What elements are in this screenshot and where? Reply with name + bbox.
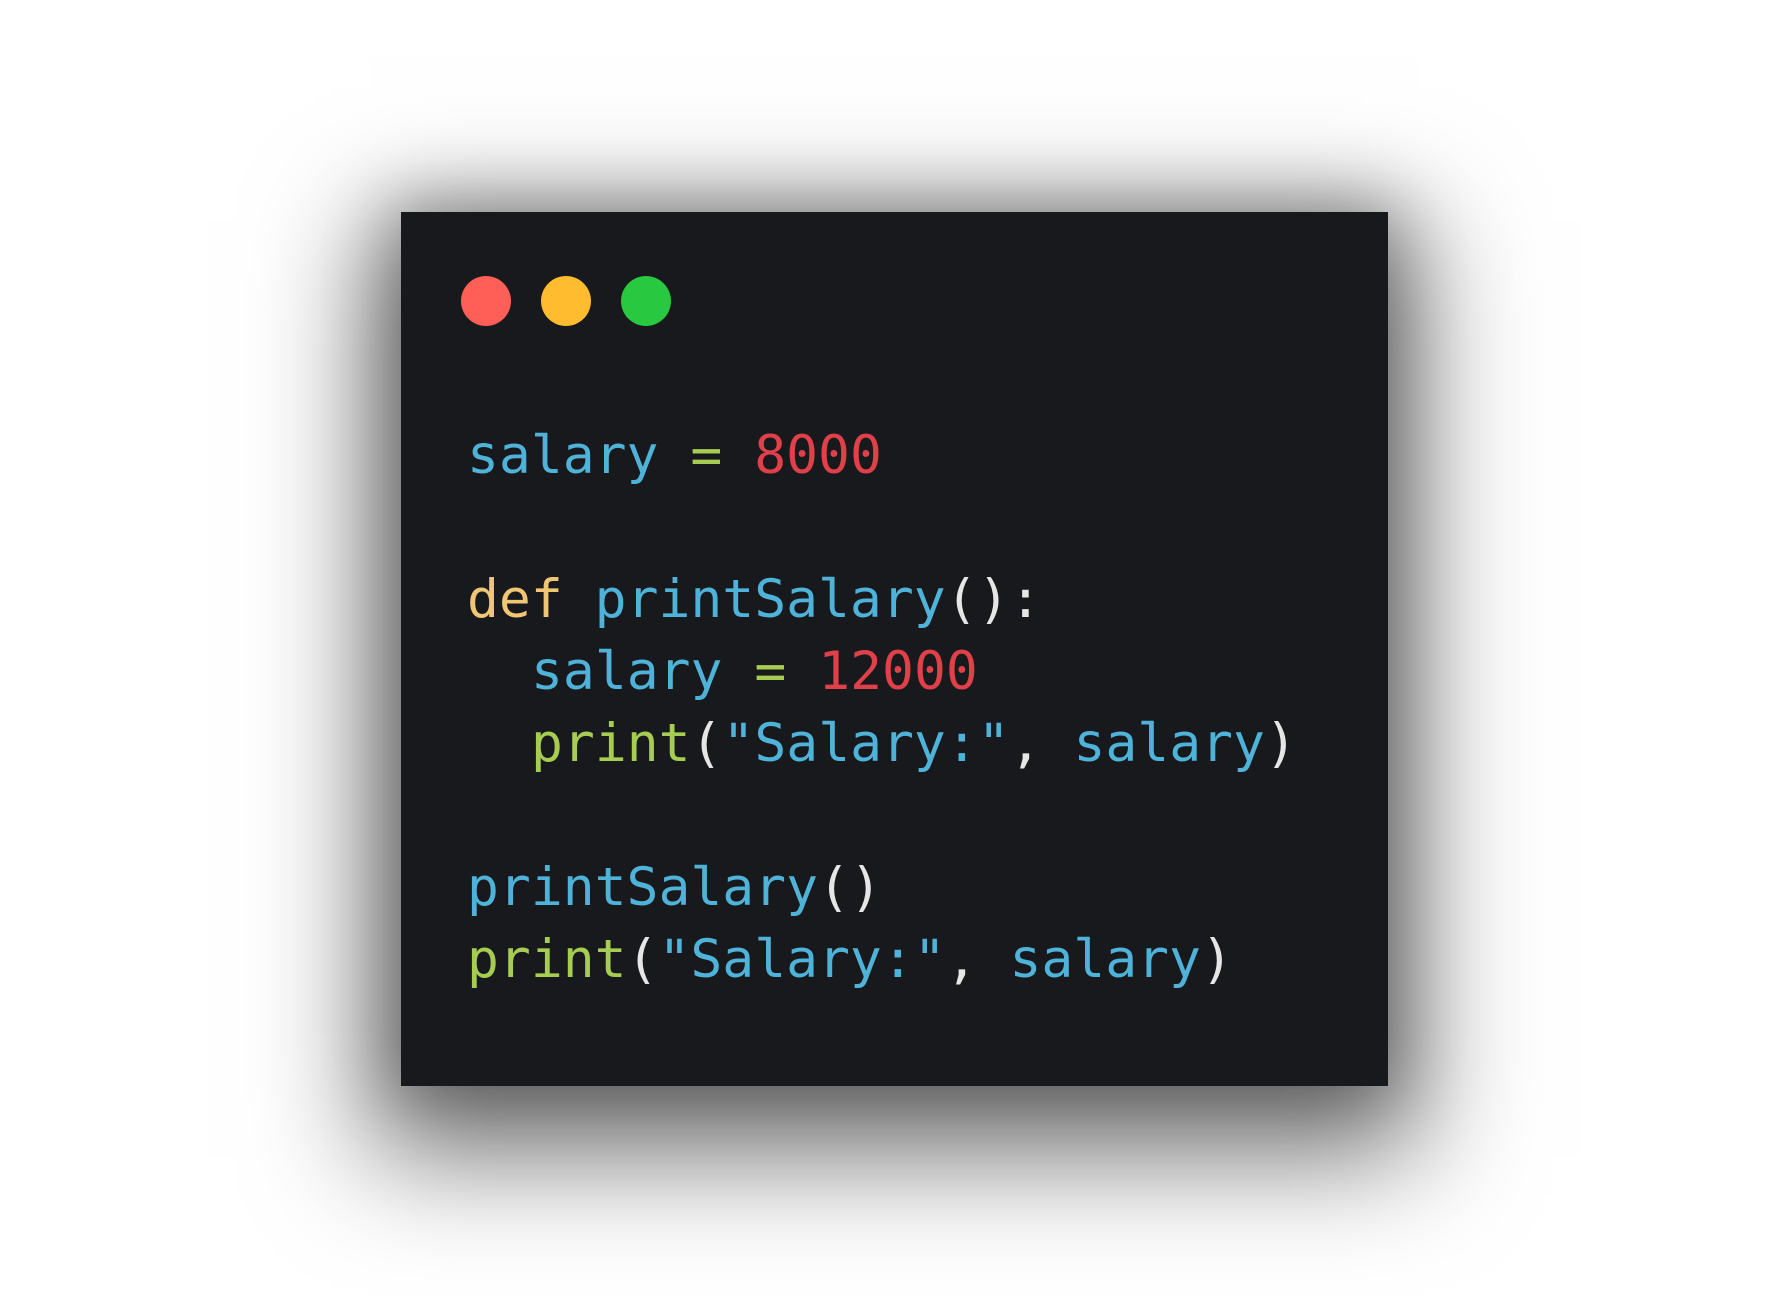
code-token-number: 12000 xyxy=(818,641,978,702)
code-token-builtin: print xyxy=(531,713,691,774)
code-line: salary = 12000 xyxy=(467,636,1297,708)
window-controls xyxy=(461,276,671,326)
code-token-punctuation xyxy=(722,425,754,486)
code-token-keyword: def xyxy=(467,569,563,630)
code-token-punctuation: ( xyxy=(690,713,723,774)
code-token-operator: = xyxy=(690,425,723,486)
code-token-punctuation: (): xyxy=(945,569,1042,630)
code-token-punctuation: ) xyxy=(1264,713,1297,774)
maximize-button[interactable] xyxy=(621,276,671,326)
code-token-punctuation xyxy=(786,641,818,702)
code-token-identifier: salary xyxy=(1073,713,1265,774)
code-token-identifier: printSalary xyxy=(467,857,818,918)
code-line: print("Salary:", salary) xyxy=(467,708,1297,780)
code-window: salary = 8000 def printSalary(): salary = … xyxy=(401,212,1388,1086)
code-line: salary = 8000 xyxy=(467,420,1297,492)
code-token-identifier: salary xyxy=(467,425,659,486)
code-token-builtin: print xyxy=(467,929,627,990)
code-token-punctuation: ) xyxy=(1200,929,1233,990)
code-token-identifier: salary xyxy=(531,641,723,702)
code-line: printSalary() xyxy=(467,852,1297,924)
code-token-punctuation: () xyxy=(818,857,882,918)
code-token-number: 8000 xyxy=(754,425,882,486)
code-line: def printSalary(): xyxy=(467,564,1297,636)
code-token-punctuation xyxy=(563,569,595,630)
code-token-punctuation: ( xyxy=(626,929,659,990)
code-token-operator: = xyxy=(754,641,787,702)
code-token-string: "Salary:" xyxy=(658,929,946,990)
code-token-punctuation: , xyxy=(945,929,1010,990)
minimize-button[interactable] xyxy=(541,276,591,326)
code-token-string: "Salary:" xyxy=(722,713,1010,774)
code-token-identifier: printSalary xyxy=(594,569,946,630)
close-button[interactable] xyxy=(461,276,511,326)
canvas: salary = 8000 def printSalary(): salary = … xyxy=(0,0,1784,1296)
code-line: print("Salary:", salary) xyxy=(467,924,1297,996)
code-token-punctuation xyxy=(658,425,690,486)
code-token-punctuation xyxy=(722,641,754,702)
code-token-identifier: salary xyxy=(1009,929,1201,990)
code-block: salary = 8000 def printSalary(): salary = … xyxy=(467,420,1297,996)
code-token-punctuation: , xyxy=(1009,713,1074,774)
